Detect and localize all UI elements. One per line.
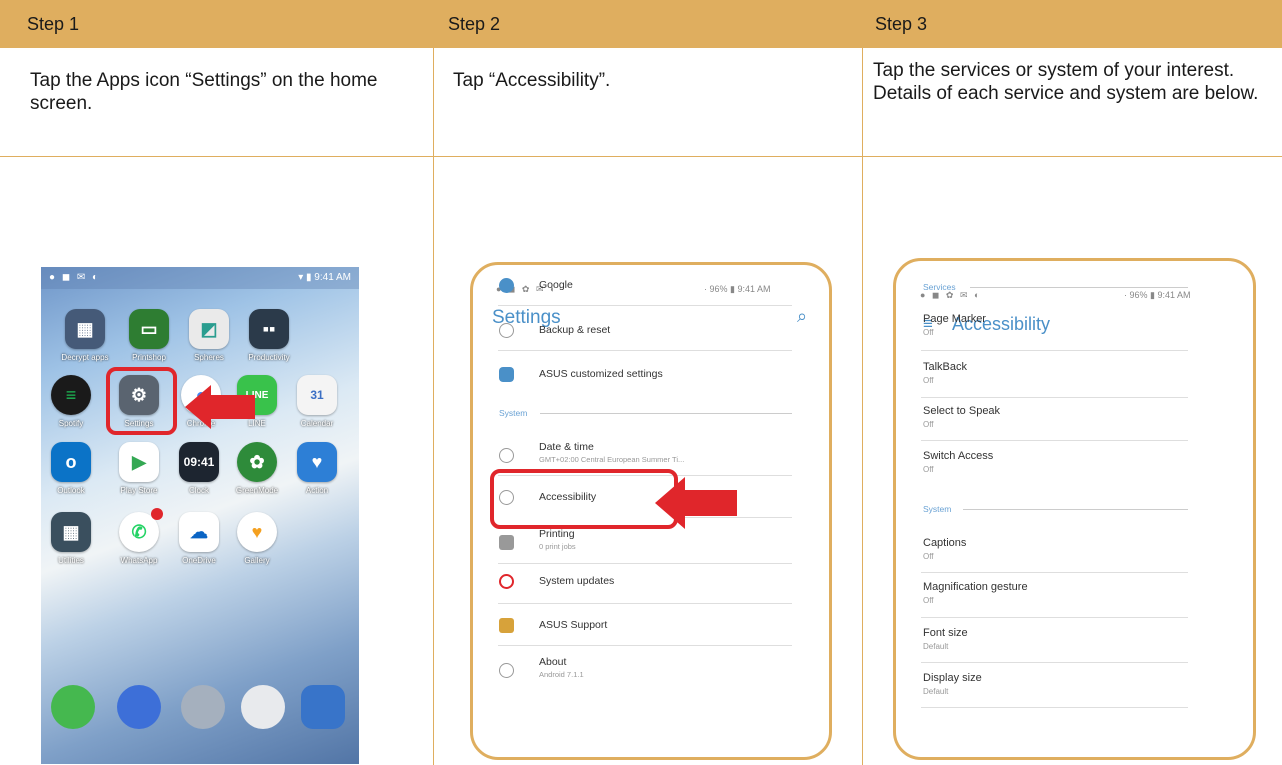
whatsapp-icon[interactable]: ✆	[119, 508, 163, 552]
settings-item-google[interactable]: Google	[499, 277, 789, 297]
settings-item-backup[interactable]: Backup & reset	[499, 322, 789, 342]
folder-icon[interactable]: ▪▪	[249, 309, 289, 349]
app-label: Calendar	[300, 419, 334, 428]
search-icon[interactable]: ⌕	[797, 306, 807, 327]
info-icon	[499, 663, 514, 678]
app-drawer-icon[interactable]	[181, 685, 225, 729]
folder-icon[interactable]: ▦	[51, 512, 91, 552]
column-divider	[862, 48, 863, 765]
settings-item-asus-customized[interactable]: ASUS customized settings	[499, 366, 789, 386]
app-label: Play Store	[120, 486, 158, 495]
app-label: Utilities	[58, 556, 84, 565]
app-label: Outlook	[57, 486, 85, 495]
calendar-icon[interactable]: 31	[297, 375, 337, 415]
step3-heading: Step 3	[875, 14, 928, 34]
chrome-icon[interactable]	[241, 685, 285, 729]
app-label: Spheres	[194, 353, 224, 362]
app-label: Gallery	[244, 556, 270, 565]
phone-icon[interactable]	[51, 685, 95, 729]
app-label: Printshop	[132, 353, 166, 362]
onedrive-icon[interactable]: ☁	[179, 512, 219, 552]
settings-item-date-time[interactable]: Date & time GMT+02:00 Central European S…	[499, 441, 789, 469]
settings-item-asus-support[interactable]: ASUS Support	[499, 617, 789, 637]
step2-heading: Step 2	[448, 14, 501, 34]
backup-icon	[499, 323, 514, 338]
settings-item-about[interactable]: About Android 7.1.1	[499, 656, 789, 684]
printer-icon	[499, 535, 514, 550]
app-label: Decrypt apps	[61, 353, 109, 362]
step1-heading: Step 1	[27, 14, 80, 34]
spotify-icon[interactable]: ≡	[51, 375, 91, 415]
home-screen-screenshot: ● ◼ ✉ ◐ ▾ ▮ 9:41 AM ▦ Decrypt apps ▭ Prin…	[41, 267, 359, 764]
app-label: OneDrive	[182, 556, 216, 565]
step1-instruction: Tap the Apps icon “Settings” on the home…	[30, 70, 378, 114]
column-divider	[433, 48, 434, 765]
update-icon	[499, 574, 514, 589]
section-header-system: System	[499, 408, 528, 418]
status-bar: ● ◼ ✉ ◐ ▾ ▮ 9:41 AM	[41, 267, 359, 289]
status-bar-clock: · 96% ▮ 9:41 AM	[1124, 290, 1191, 300]
spheres-icon[interactable]: ◩	[189, 309, 229, 349]
steps-header: Step 1 Step 2 Step 3	[0, 0, 1282, 48]
app-label: Spotify	[58, 419, 84, 428]
settings-item-printing[interactable]: Printing 0 print jobs	[499, 528, 789, 556]
outlook-icon[interactable]: o	[51, 442, 91, 482]
action-icon[interactable]: ♥	[297, 442, 337, 482]
megaphone-icon	[499, 618, 514, 633]
section-header-system: System	[923, 504, 952, 514]
app-label: WhatsApp	[120, 556, 158, 565]
camera-icon[interactable]	[301, 685, 345, 729]
printshop-icon[interactable]: ▭	[129, 309, 169, 349]
accessibility-highlight	[490, 469, 678, 529]
red-arrow-icon	[655, 477, 737, 529]
app-label: Clock	[188, 486, 209, 495]
greenmode-icon[interactable]: ✿	[237, 442, 277, 482]
settings-highlight	[106, 367, 177, 435]
notification-badge	[151, 508, 163, 520]
app-label: GreenMode	[235, 486, 279, 495]
clock-icon	[499, 448, 514, 463]
play-store-icon[interactable]: ▶	[119, 442, 159, 482]
app-label: Action	[305, 486, 329, 495]
folder-icon[interactable]: ▦	[65, 309, 105, 349]
user-icon	[499, 367, 514, 382]
step3-instruction: Tap the services or system of your inter…	[873, 60, 1259, 104]
app-label: Productivity	[248, 353, 290, 362]
red-arrow-icon	[185, 385, 255, 429]
settings-item-system-updates[interactable]: System updates	[499, 573, 789, 593]
gallery-icon[interactable]: ♥	[237, 512, 277, 552]
messages-icon[interactable]	[117, 685, 161, 729]
google-icon	[499, 278, 514, 293]
step2-instruction: Tap “Accessibility”.	[453, 70, 611, 91]
clock-icon[interactable]: 09:41	[179, 442, 219, 482]
section-header-services: Services	[923, 282, 956, 292]
